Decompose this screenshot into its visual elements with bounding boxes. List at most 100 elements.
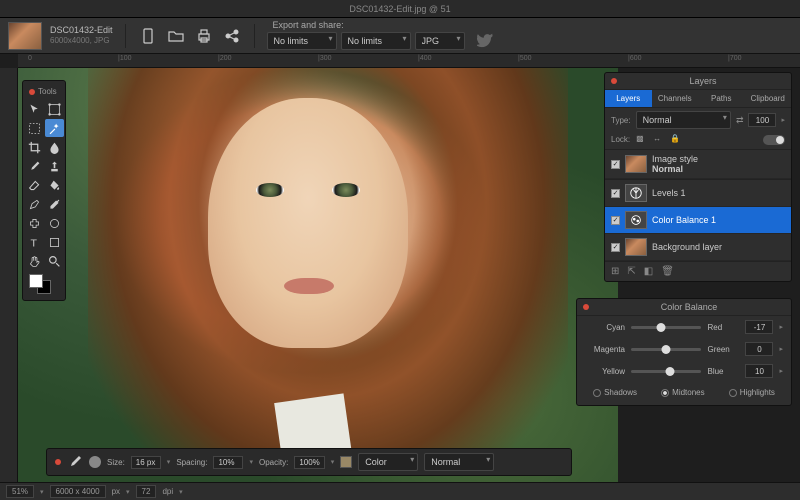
brush-spacing-input[interactable]: 10%	[213, 456, 243, 469]
twitter-icon[interactable]	[475, 31, 495, 51]
export-limits2-select[interactable]: No limits	[341, 32, 411, 50]
print-icon[interactable]	[194, 26, 214, 46]
delete-layer-icon[interactable]: 🗑	[661, 266, 674, 277]
layer-item[interactable]: ✓ Color Balance 1	[605, 207, 791, 234]
magenta-green-slider[interactable]	[631, 348, 701, 351]
layer-mask-icon[interactable]: ◧	[644, 266, 653, 277]
cyan-red-slider[interactable]	[631, 326, 701, 329]
brush-blend-select[interactable]: Normal	[424, 453, 494, 471]
unit-label[interactable]: px	[112, 487, 120, 496]
layer-thumb[interactable]	[625, 155, 647, 173]
share-icon[interactable]	[222, 26, 242, 46]
brush-opacity-input[interactable]: 100%	[294, 456, 324, 469]
image-style-label: Image style	[652, 154, 698, 164]
layer-name: Background layer	[652, 242, 722, 252]
tool-marquee[interactable]	[25, 119, 44, 137]
tool-pen[interactable]	[25, 195, 44, 213]
tool-heal[interactable]	[25, 214, 44, 232]
layer-visible-check[interactable]: ✓	[611, 216, 620, 225]
resolution-display[interactable]: 72	[136, 485, 157, 498]
tone-shadows-radio[interactable]: Shadows	[593, 388, 637, 397]
canvas-image	[18, 68, 618, 482]
tool-brush[interactable]	[25, 157, 44, 175]
separator	[125, 24, 126, 48]
dims-display: 6000 x 4000	[50, 485, 106, 498]
brush-color-swatch[interactable]	[340, 456, 352, 468]
layer-opacity-input[interactable]	[748, 113, 776, 127]
layer-item[interactable]: ✓ Background layer	[605, 234, 791, 261]
res-unit-label[interactable]: dpi	[162, 487, 173, 496]
file-thumbnail[interactable]	[8, 22, 42, 50]
layer-link-icon[interactable]: ⇱	[627, 266, 635, 277]
tab-layers[interactable]: Layers	[605, 90, 652, 107]
top-toolbar: DSC01432-Edit 6000x4000, JPG Export and …	[0, 18, 800, 54]
brush-color-mode-select[interactable]: Color	[358, 453, 418, 471]
tool-text[interactable]: T	[25, 233, 44, 251]
tab-channels[interactable]: Channels	[652, 90, 699, 107]
tab-paths[interactable]: Paths	[698, 90, 745, 107]
brush-icon[interactable]	[67, 454, 83, 470]
tool-eraser[interactable]	[25, 176, 44, 194]
window-title: DSC01432-Edit.jpg @ 51	[349, 4, 450, 14]
layer-visible-check[interactable]: ✓	[611, 189, 620, 198]
lock-toggle[interactable]	[763, 135, 785, 145]
layers-panel[interactable]: Layers Layers Channels Paths Clipboard T…	[604, 72, 792, 282]
tool-blur[interactable]	[45, 138, 64, 156]
magenta-green-value[interactable]	[745, 342, 773, 356]
tone-midtones-radio[interactable]: Midtones	[661, 388, 704, 397]
svg-text:T: T	[30, 237, 37, 248]
device-icon[interactable]	[138, 26, 158, 46]
file-name: DSC01432-Edit	[50, 25, 113, 36]
layer-visible-check[interactable]: ✓	[611, 160, 620, 169]
tool-hand[interactable]	[25, 252, 44, 270]
status-bar: 51%▾ 6000 x 4000 px▾ 72 dpi▾	[0, 482, 800, 500]
brush-options-bar: Size: 16 px▾ Spacing: 10%▾ Opacity: 100%…	[46, 448, 572, 476]
yellow-blue-slider[interactable]	[631, 370, 701, 373]
tool-move[interactable]	[25, 100, 44, 118]
zoom-display[interactable]: 51%	[6, 485, 34, 498]
lock-position-icon[interactable]: ↔	[653, 134, 664, 145]
tool-wand[interactable]	[45, 119, 64, 137]
workspace: 0 |100 |200 |300 |400 |500 |600 |700 Too…	[0, 54, 800, 482]
export-limits1-select[interactable]: No limits	[267, 32, 337, 50]
yellow-blue-value[interactable]	[745, 364, 773, 378]
adjustment-icon	[625, 211, 647, 229]
canvas[interactable]: Tools T	[18, 68, 800, 482]
tool-clone[interactable]	[45, 157, 64, 175]
tools-panel-title: Tools	[25, 85, 63, 100]
tool-zoom[interactable]	[45, 252, 64, 270]
file-info: DSC01432-Edit 6000x4000, JPG	[50, 25, 113, 45]
blend-type-label: Type:	[611, 116, 631, 125]
separator	[254, 24, 255, 48]
file-meta: 6000x4000, JPG	[50, 36, 113, 46]
layer-thumb	[625, 238, 647, 256]
layer-visible-check[interactable]: ✓	[611, 243, 620, 252]
cyan-red-value[interactable]	[745, 320, 773, 334]
brush-preview[interactable]	[89, 456, 101, 468]
color-swatches[interactable]	[25, 274, 63, 296]
tools-panel[interactable]: Tools T	[22, 80, 66, 301]
tool-crop[interactable]	[25, 138, 44, 156]
tool-fill[interactable]	[45, 176, 64, 194]
brush-size-input[interactable]: 16 px	[131, 456, 161, 469]
tool-eyedropper[interactable]	[45, 195, 64, 213]
tone-highlights-radio[interactable]: Highlights	[729, 388, 775, 397]
blend-mode-select[interactable]: Normal	[636, 111, 731, 129]
export-format-select[interactable]: JPG	[415, 32, 465, 50]
foreground-swatch[interactable]	[29, 274, 43, 288]
tab-clipboard[interactable]: Clipboard	[745, 90, 792, 107]
folder-icon[interactable]	[166, 26, 186, 46]
color-balance-title: Color Balance	[593, 302, 785, 312]
tool-shape[interactable]	[45, 214, 64, 232]
lock-pixels-icon[interactable]: ▩	[636, 134, 647, 145]
lock-all-icon[interactable]: 🔒	[670, 134, 681, 145]
color-balance-panel[interactable]: Color Balance Cyan Red ▸ Magenta Green ▸…	[576, 298, 792, 406]
tool-shape-rect[interactable]	[45, 233, 64, 251]
tool-transform[interactable]	[45, 100, 64, 118]
ruler-vertical[interactable]	[0, 68, 18, 482]
new-layer-icon[interactable]: ⊞	[611, 266, 619, 277]
ruler-horizontal[interactable]: 0 |100 |200 |300 |400 |500 |600 |700	[18, 54, 800, 68]
layer-item[interactable]: ✓ Levels 1	[605, 180, 791, 207]
export-label: Export and share:	[273, 20, 495, 30]
layer-name: Levels 1	[652, 188, 686, 198]
